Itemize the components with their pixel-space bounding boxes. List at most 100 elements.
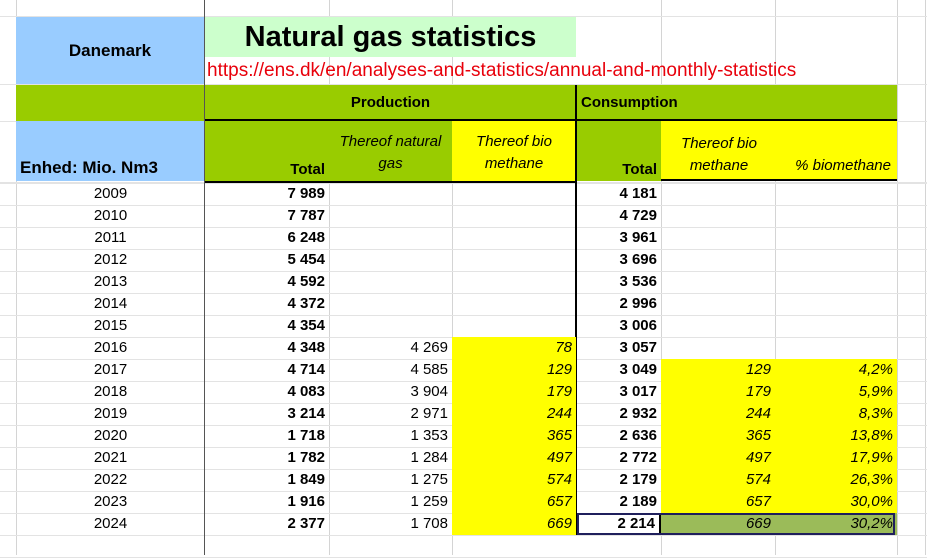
cell-cons-pct-2023[interactable]: 30,0% — [775, 491, 897, 513]
cell-prod-total-2018[interactable]: 4 083 — [205, 381, 329, 403]
cell-year-2024[interactable]: 2024 — [16, 513, 205, 535]
cell-prod-bio-2018[interactable]: 179 — [452, 381, 576, 403]
cell-prod-natgas-2013[interactable] — [329, 271, 452, 293]
cell-cons-pct-2018[interactable]: 5,9% — [775, 381, 897, 403]
cell-prod-natgas-2010[interactable] — [329, 205, 452, 227]
cell-cons-pct-2010[interactable] — [775, 205, 897, 227]
cell-prod-natgas-2009[interactable] — [329, 183, 452, 205]
cell-cons-bio-2022[interactable]: 574 — [661, 469, 775, 491]
cell-prod-total-2010[interactable]: 7 787 — [205, 205, 329, 227]
cell-cons-total-2015[interactable]: 3 006 — [577, 315, 661, 337]
cell-cons-bio-2011[interactable] — [661, 227, 775, 249]
cell-prod-total-2024[interactable]: 2 377 — [205, 513, 329, 535]
cell-cons-pct-2022[interactable]: 26,3% — [775, 469, 897, 491]
cell-cons-bio-2020[interactable]: 365 — [661, 425, 775, 447]
cell-year-2019[interactable]: 2019 — [16, 403, 205, 425]
cell-cons-bio-2016[interactable] — [661, 337, 775, 359]
cell-cons-pct-2014[interactable] — [775, 293, 897, 315]
cell-prod-bio-2014[interactable] — [452, 293, 576, 315]
cell-prod-bio-2021[interactable]: 497 — [452, 447, 576, 469]
cell-year-2022[interactable]: 2022 — [16, 469, 205, 491]
cell-prod-natgas-2012[interactable] — [329, 249, 452, 271]
cell-cons-pct-2021[interactable]: 17,9% — [775, 447, 897, 469]
cell-prod-natgas-2011[interactable] — [329, 227, 452, 249]
cell-prod-natgas-2020[interactable]: 1 353 — [329, 425, 452, 447]
cell-year-2015[interactable]: 2015 — [16, 315, 205, 337]
cell-prod-natgas-2023[interactable]: 1 259 — [329, 491, 452, 513]
cell-cons-pct-2011[interactable] — [775, 227, 897, 249]
cell-prod-total-2017[interactable]: 4 714 — [205, 359, 329, 381]
cell-year-2013[interactable]: 2013 — [16, 271, 205, 293]
cell-prod-bio-2022[interactable]: 574 — [452, 469, 576, 491]
cell-cons-total-2018[interactable]: 3 017 — [577, 381, 661, 403]
cell-prod-bio-2019[interactable]: 244 — [452, 403, 576, 425]
cell-prod-natgas-2017[interactable]: 4 585 — [329, 359, 452, 381]
cell-prod-total-2013[interactable]: 4 592 — [205, 271, 329, 293]
cell-prod-total-2021[interactable]: 1 782 — [205, 447, 329, 469]
unit-cell[interactable]: Enhed: Mio. Nm3 — [16, 121, 205, 181]
cell-cons-bio-2014[interactable] — [661, 293, 775, 315]
cell-cons-total-2022[interactable]: 2 179 — [577, 469, 661, 491]
cell-cons-total-2020[interactable]: 2 636 — [577, 425, 661, 447]
cell-year-2012[interactable]: 2012 — [16, 249, 205, 271]
cell-prod-natgas-2014[interactable] — [329, 293, 452, 315]
cell-cons-bio-2010[interactable] — [661, 205, 775, 227]
cell-year-2023[interactable]: 2023 — [16, 491, 205, 513]
cell-cons-pct-2009[interactable] — [775, 183, 897, 205]
cell-prod-natgas-2022[interactable]: 1 275 — [329, 469, 452, 491]
cell-prod-natgas-2015[interactable] — [329, 315, 452, 337]
cell-prod-total-2023[interactable]: 1 916 — [205, 491, 329, 513]
col-header-prod-natgas[interactable]: Thereof natural gas — [329, 121, 452, 181]
title-cell[interactable]: Natural gas statistics — [205, 17, 576, 57]
cell-year-2009[interactable]: 2009 — [16, 183, 205, 205]
cell-prod-natgas-2018[interactable]: 3 904 — [329, 381, 452, 403]
cell-prod-bio-2015[interactable] — [452, 315, 576, 337]
cell-prod-natgas-2021[interactable]: 1 284 — [329, 447, 452, 469]
col-header-prod-bio[interactable]: Thereof bio methane — [452, 121, 576, 181]
col-header-prod-total[interactable]: Total — [205, 121, 329, 181]
cell-cons-bio-2019[interactable]: 244 — [661, 403, 775, 425]
cell-prod-bio-2013[interactable] — [452, 271, 576, 293]
cell-prod-total-2015[interactable]: 4 354 — [205, 315, 329, 337]
cell-prod-bio-2020[interactable]: 365 — [452, 425, 576, 447]
col-header-cons-total[interactable]: Total — [577, 121, 661, 181]
cell-prod-total-2019[interactable]: 3 214 — [205, 403, 329, 425]
cell-cons-bio-2018[interactable]: 179 — [661, 381, 775, 403]
cell-prod-total-2022[interactable]: 1 849 — [205, 469, 329, 491]
cell-cons-total-2019[interactable]: 2 932 — [577, 403, 661, 425]
cell-cons-total-2009[interactable]: 4 181 — [577, 183, 661, 205]
cell-cons-pct-2020[interactable]: 13,8% — [775, 425, 897, 447]
cell-prod-bio-2010[interactable] — [452, 205, 576, 227]
cell-cons-pct-2017[interactable]: 4,2% — [775, 359, 897, 381]
cell-cons-pct-2019[interactable]: 8,3% — [775, 403, 897, 425]
cell-year-2011[interactable]: 2011 — [16, 227, 205, 249]
cell-year-2010[interactable]: 2010 — [16, 205, 205, 227]
col-header-cons-bio-pct[interactable]: Thereof bio methane % biomethane — [661, 121, 897, 181]
cell-prod-total-2009[interactable]: 7 989 — [205, 183, 329, 205]
cell-year-2021[interactable]: 2021 — [16, 447, 205, 469]
cell-prod-bio-2009[interactable] — [452, 183, 576, 205]
cell-prod-bio-2012[interactable] — [452, 249, 576, 271]
url-cell[interactable]: https://ens.dk/en/analyses-and-statistic… — [207, 59, 907, 83]
cell-cons-bio-2012[interactable] — [661, 249, 775, 271]
cell-prod-bio-2017[interactable]: 129 — [452, 359, 576, 381]
cell-year-2016[interactable]: 2016 — [16, 337, 205, 359]
cell-prod-total-2011[interactable]: 6 248 — [205, 227, 329, 249]
cell-cons-total-2013[interactable]: 3 536 — [577, 271, 661, 293]
cell-prod-natgas-2019[interactable]: 2 971 — [329, 403, 452, 425]
cell-cons-total-2012[interactable]: 3 696 — [577, 249, 661, 271]
cell-prod-total-2012[interactable]: 5 454 — [205, 249, 329, 271]
cell-year-2014[interactable]: 2014 — [16, 293, 205, 315]
cell-prod-bio-2024[interactable]: 669 — [452, 513, 576, 535]
cell-prod-total-2020[interactable]: 1 718 — [205, 425, 329, 447]
cell-cons-bio-2009[interactable] — [661, 183, 775, 205]
cell-cons-bio-2021[interactable]: 497 — [661, 447, 775, 469]
cell-cons-bio-2023[interactable]: 657 — [661, 491, 775, 513]
cell-prod-natgas-2016[interactable]: 4 269 — [329, 337, 452, 359]
cell-cons-total-2023[interactable]: 2 189 — [577, 491, 661, 513]
cell-year-2018[interactable]: 2018 — [16, 381, 205, 403]
country-cell[interactable]: Danemark — [16, 17, 204, 84]
cell-prod-natgas-2024[interactable]: 1 708 — [329, 513, 452, 535]
cell-cons-bio-2013[interactable] — [661, 271, 775, 293]
cell-year-2017[interactable]: 2017 — [16, 359, 205, 381]
